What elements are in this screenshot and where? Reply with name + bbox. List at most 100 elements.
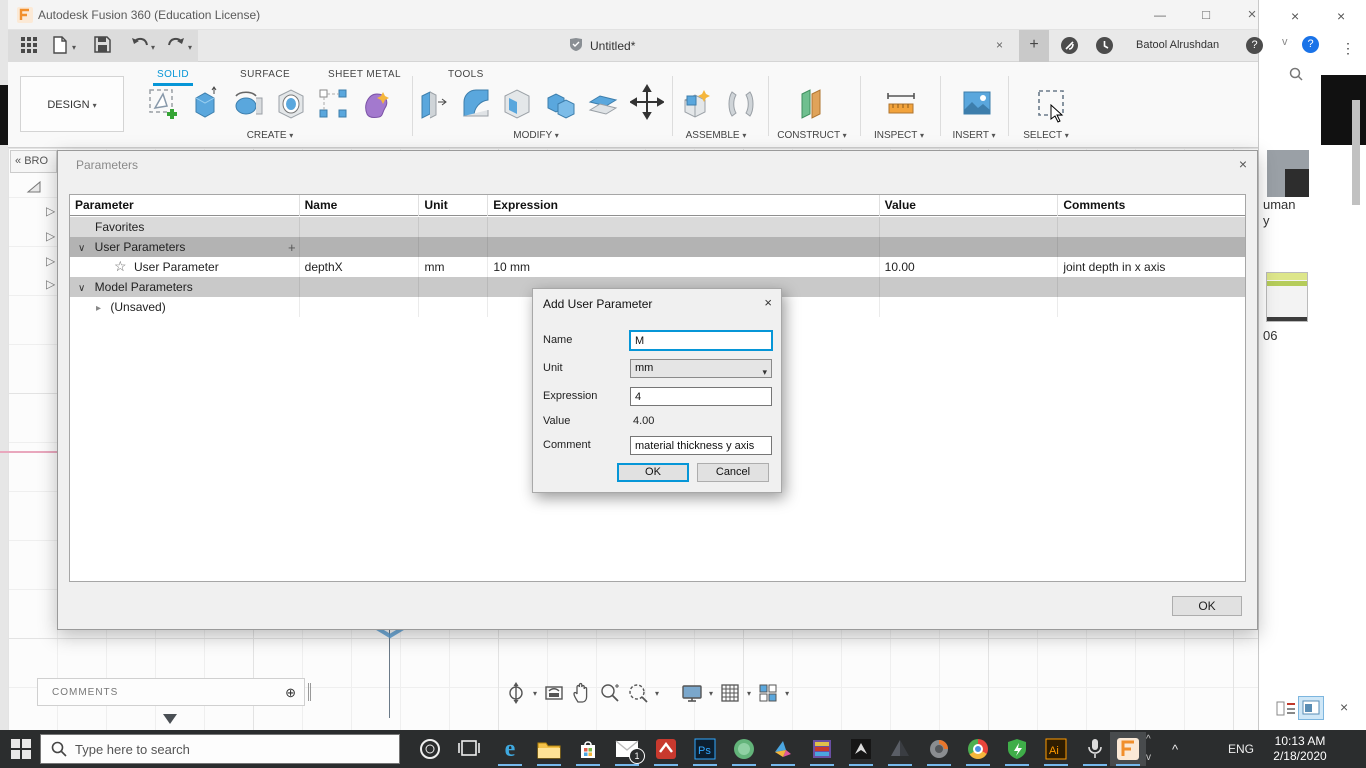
- tab-sheet-metal[interactable]: SHEET METAL: [324, 66, 405, 83]
- taskbar-sketchup-icon[interactable]: [648, 732, 684, 766]
- app-grid-icon[interactable]: [20, 36, 42, 56]
- viewports-caret-icon[interactable]: ▾: [785, 689, 789, 698]
- taskbar-security-shield-icon[interactable]: [999, 732, 1035, 766]
- redo-icon[interactable]: [166, 36, 188, 56]
- taskbar-fusion360-icon[interactable]: [1110, 732, 1146, 766]
- taskbar-store-icon[interactable]: [570, 732, 606, 766]
- grid-settings-caret-icon[interactable]: ▾: [747, 689, 751, 698]
- joint-icon[interactable]: [724, 86, 758, 122]
- fillet-icon[interactable]: [458, 86, 492, 122]
- workspace-selector[interactable]: DESIGN ▾: [20, 76, 124, 132]
- add-user-parameter-icon[interactable]: +: [288, 240, 296, 255]
- select-icon[interactable]: [1034, 86, 1068, 122]
- taskbar-search[interactable]: Type here to search: [40, 734, 400, 764]
- help-icon[interactable]: ?: [1246, 37, 1263, 54]
- group-label-assemble[interactable]: ASSEMBLE ▾: [686, 130, 747, 141]
- browser-item-expand-icon-3[interactable]: ▷: [46, 254, 55, 268]
- undo-caret-icon[interactable]: ▾: [151, 43, 155, 52]
- background-thumbnail-view-icon[interactable]: [1298, 696, 1324, 720]
- close-button[interactable]: ×: [1230, 0, 1274, 30]
- group-label-modify[interactable]: MODIFY ▾: [513, 130, 559, 141]
- press-pull-icon[interactable]: [416, 86, 450, 122]
- cortana-icon[interactable]: [418, 737, 448, 761]
- add-dialog-close-icon[interactable]: ×: [764, 295, 772, 310]
- group-label-insert[interactable]: INSERT ▾: [952, 130, 995, 141]
- expand-user-parameters-icon[interactable]: ∨: [78, 243, 85, 254]
- shell-icon[interactable]: [500, 86, 534, 122]
- construct-plane-icon[interactable]: [794, 86, 828, 122]
- browser-root-icon[interactable]: [26, 180, 42, 199]
- display-settings-icon[interactable]: [681, 682, 703, 704]
- background-list-view-icon[interactable]: [1276, 700, 1296, 723]
- revolve-icon[interactable]: [232, 86, 266, 122]
- background-window-thumbnail[interactable]: [1266, 272, 1308, 322]
- table-row-favorites[interactable]: Favorites: [70, 217, 1245, 237]
- look-at-icon[interactable]: [543, 682, 565, 704]
- browser-item-expand-icon-4[interactable]: ▷: [46, 277, 55, 291]
- taskbar-clock[interactable]: 10:13 AM 2/18/2020: [1262, 734, 1338, 764]
- file-menu-icon[interactable]: [52, 36, 74, 56]
- user-name[interactable]: Batool Alrushdan: [1136, 39, 1219, 51]
- taskbar-winrar-icon[interactable]: [804, 732, 840, 766]
- tab-tools[interactable]: TOOLS: [444, 66, 488, 83]
- group-label-create[interactable]: CREATE ▾: [247, 130, 294, 141]
- comment-field[interactable]: [630, 436, 772, 455]
- save-icon[interactable]: [94, 36, 116, 56]
- taskbar-grasshopper-icon[interactable]: [726, 732, 762, 766]
- table-row-user-parameters[interactable]: ∨ User Parameters +: [70, 237, 1245, 257]
- background-scrollbar[interactable]: [1352, 100, 1360, 205]
- expand-unsaved-icon[interactable]: ▸: [96, 303, 101, 314]
- language-indicator[interactable]: ENG: [1228, 742, 1254, 756]
- job-status-clock-icon[interactable]: [1095, 36, 1114, 60]
- background-collapse-icon[interactable]: v: [1282, 36, 1288, 48]
- create-sketch-icon[interactable]: [146, 86, 180, 122]
- expression-field[interactable]: [630, 387, 772, 406]
- extrude-icon[interactable]: [188, 86, 222, 122]
- extensions-icon[interactable]: [1060, 36, 1079, 60]
- table-row-depthx[interactable]: ☆ User Parameter depthX mm 10 mm 10.00 j…: [70, 257, 1245, 277]
- background-menu-dots-icon[interactable]: ⋮: [1341, 40, 1355, 57]
- zoom-window-icon[interactable]: [627, 682, 649, 704]
- background-search-icon[interactable]: [1288, 66, 1304, 87]
- background-panel-close-icon[interactable]: ×: [1340, 699, 1348, 715]
- browser-panel-header[interactable]: « BRO: [10, 150, 57, 173]
- measure-icon[interactable]: [884, 86, 918, 122]
- orbit-caret-icon[interactable]: ▾: [533, 689, 537, 698]
- start-button[interactable]: [10, 738, 34, 760]
- background-help-icon[interactable]: ?: [1302, 36, 1319, 53]
- hole-icon[interactable]: [274, 86, 308, 122]
- taskbar-cura-icon[interactable]: [921, 732, 957, 766]
- browser-item-expand-icon-2[interactable]: ▷: [46, 229, 55, 243]
- taskbar-paint3d-icon[interactable]: [765, 732, 801, 766]
- undo-icon[interactable]: [130, 36, 152, 56]
- minimize-button[interactable]: —: [1138, 0, 1182, 30]
- grid-settings-icon[interactable]: [719, 682, 741, 704]
- comments-bar-grip[interactable]: [308, 683, 311, 701]
- expand-model-parameters-icon[interactable]: ∨: [78, 283, 85, 294]
- zoom-icon[interactable]: [599, 682, 621, 704]
- document-tab[interactable]: Untitled*: [568, 30, 635, 62]
- taskbar-illustrator-icon[interactable]: Ai: [1038, 732, 1074, 766]
- group-label-select[interactable]: SELECT ▾: [1023, 130, 1069, 141]
- pan-icon[interactable]: [571, 682, 593, 704]
- redo-caret-icon[interactable]: ▾: [188, 43, 192, 52]
- new-tab-button[interactable]: +: [1019, 30, 1049, 62]
- viewports-icon[interactable]: [757, 682, 779, 704]
- pattern-icon[interactable]: [316, 86, 350, 122]
- offset-face-icon[interactable]: [586, 86, 620, 122]
- taskbar-scroll-down-icon[interactable]: v: [1146, 752, 1151, 763]
- add-dialog-cancel-button[interactable]: Cancel: [697, 463, 769, 482]
- group-label-construct[interactable]: CONSTRUCT ▾: [777, 130, 846, 141]
- document-tab-close-icon[interactable]: ×: [996, 38, 1003, 52]
- create-form-icon[interactable]: [359, 86, 393, 122]
- background-image-thumbnail[interactable]: [1267, 150, 1309, 197]
- browser-collapse-icon[interactable]: «: [15, 155, 21, 167]
- background-close-icon-2[interactable]: ×: [1337, 8, 1345, 24]
- maximize-button[interactable]: □: [1184, 0, 1228, 30]
- new-component-icon[interactable]: [680, 86, 714, 122]
- taskbar-file-explorer-icon[interactable]: [531, 732, 567, 766]
- comments-bar[interactable]: COMMENTS ⊕: [37, 678, 305, 706]
- browser-item-expand-icon[interactable]: ▷: [46, 204, 55, 218]
- move-icon[interactable]: [629, 84, 665, 120]
- parameters-ok-button[interactable]: OK: [1172, 596, 1242, 616]
